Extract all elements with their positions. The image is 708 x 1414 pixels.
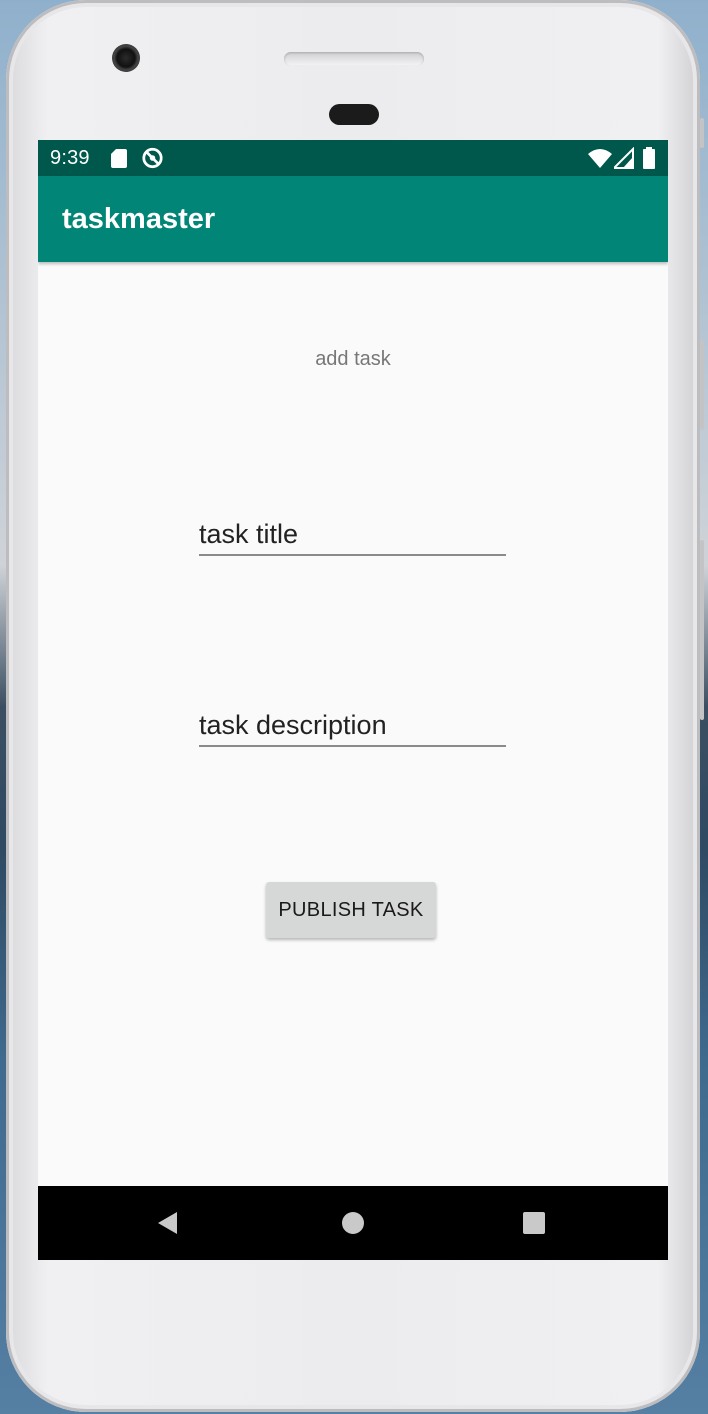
device-screen: 9:39 taskmaster add task task title task <box>38 140 668 1260</box>
cell-signal-icon <box>614 147 634 169</box>
status-time: 9:39 <box>50 147 90 169</box>
volume-button <box>700 540 704 720</box>
add-task-heading: add task <box>315 348 391 370</box>
app-bar: taskmaster <box>38 176 668 262</box>
do-not-disturb-icon <box>142 147 163 169</box>
volume-button <box>700 340 704 430</box>
publish-task-button[interactable]: PUBLISH TASK <box>266 882 436 938</box>
task-description-underline <box>199 745 506 747</box>
task-title-value: task title <box>199 519 299 549</box>
status-bar: 9:39 <box>38 140 668 176</box>
earpiece-speaker <box>284 52 424 66</box>
recents-icon[interactable] <box>519 1208 549 1238</box>
task-description-input[interactable]: task description <box>199 703 506 747</box>
task-title-input[interactable]: task title <box>199 512 506 556</box>
battery-icon <box>643 147 655 169</box>
front-camera <box>112 44 140 72</box>
power-button <box>700 118 704 148</box>
navigation-bar <box>38 1186 668 1260</box>
back-icon[interactable] <box>154 1208 184 1238</box>
task-description-value: task description <box>199 710 387 740</box>
app-title: taskmaster <box>62 203 216 235</box>
proximity-sensor <box>329 104 379 125</box>
task-title-underline <box>199 554 506 556</box>
home-icon[interactable] <box>338 1208 368 1238</box>
wifi-icon <box>588 149 612 168</box>
sd-card-icon <box>111 149 127 168</box>
